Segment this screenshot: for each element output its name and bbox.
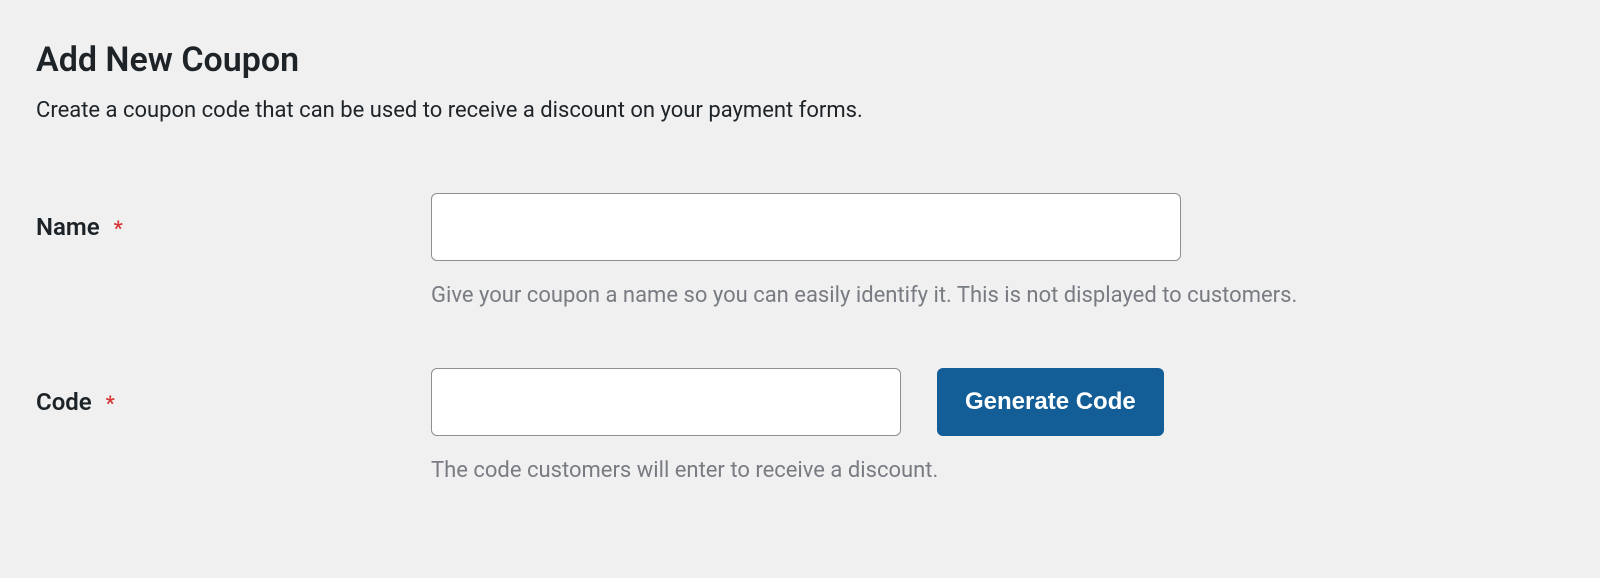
required-indicator: * [114, 216, 123, 240]
page-title: Add New Coupon [36, 40, 1564, 80]
page-subtitle: Create a coupon code that can be used to… [36, 98, 1564, 123]
generate-code-button[interactable]: Generate Code [937, 368, 1164, 436]
name-help-text: Give your coupon a name so you can easil… [431, 283, 1564, 308]
required-indicator: * [106, 391, 115, 415]
form-row-name: Name * Give your coupon a name so you ca… [36, 193, 1564, 308]
name-field-wrapper: Give your coupon a name so you can easil… [431, 193, 1564, 308]
code-input[interactable] [431, 368, 901, 436]
code-label-text: Code [36, 388, 92, 416]
form-row-code: Code * Generate Code The code customers … [36, 368, 1564, 483]
code-help-text: The code customers will enter to receive… [431, 458, 1564, 483]
code-field-wrapper: Generate Code The code customers will en… [431, 368, 1564, 483]
code-label: Code * [36, 368, 431, 416]
name-label: Name * [36, 193, 431, 241]
name-label-text: Name [36, 213, 100, 241]
name-input[interactable] [431, 193, 1181, 261]
